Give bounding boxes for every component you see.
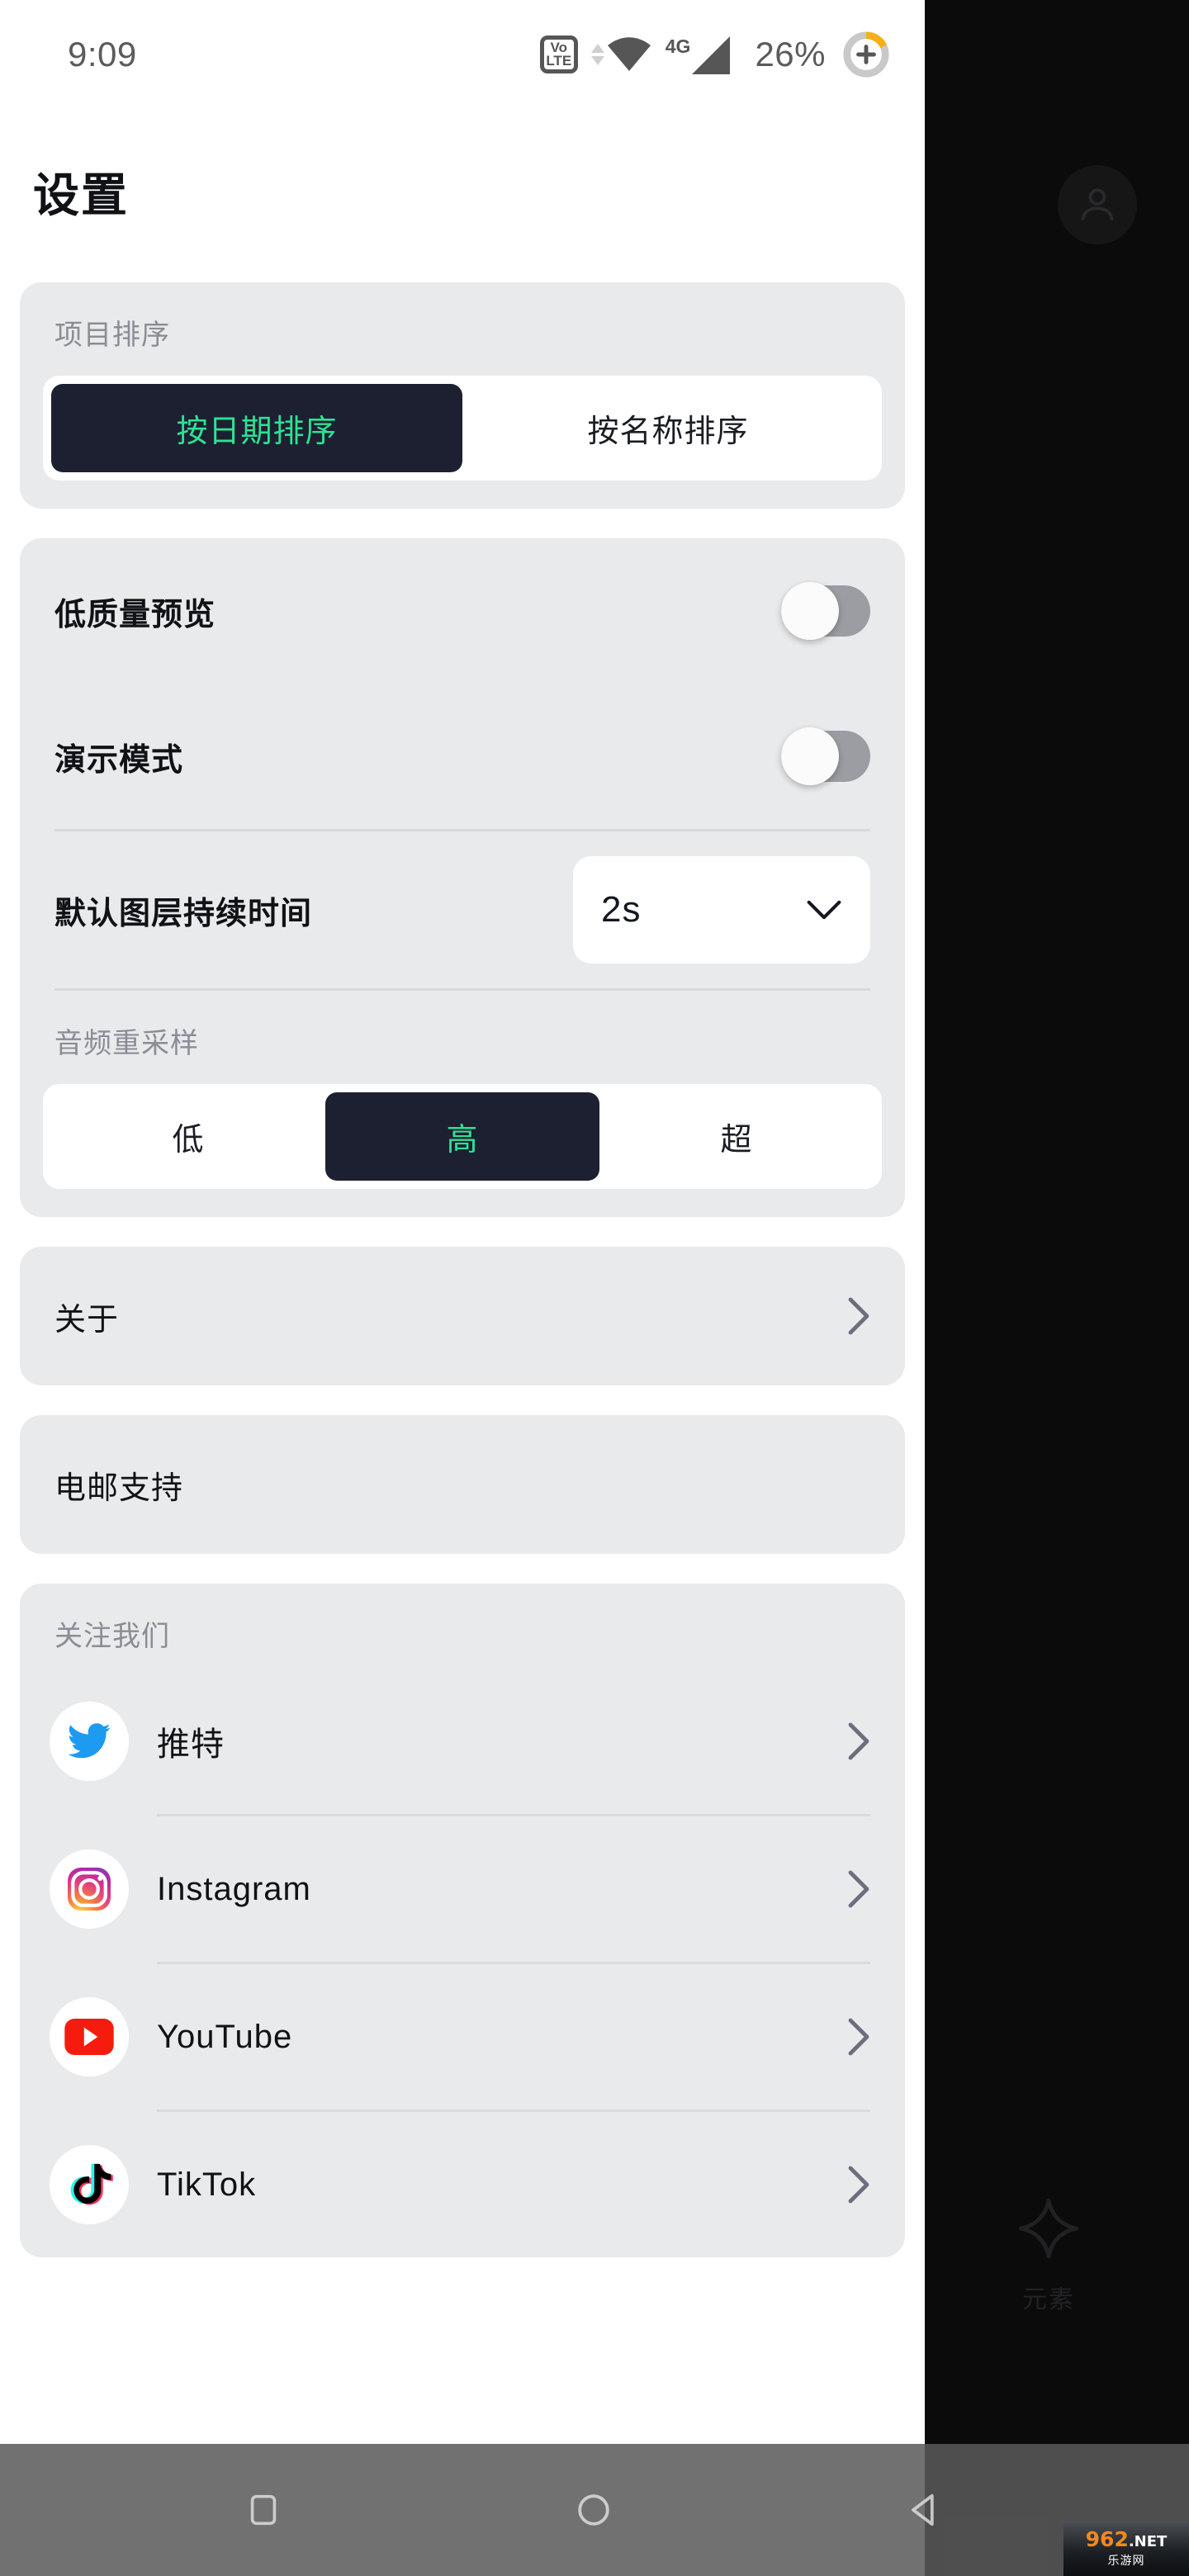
twitter-icon xyxy=(50,1702,129,1781)
row-email-support[interactable]: 电邮支持 xyxy=(20,1415,905,1554)
social-item-tiktok[interactable]: TikTok xyxy=(20,2112,905,2257)
network-type-label: 4G xyxy=(665,35,691,57)
row-default-layer-duration[interactable]: 默认图层持续时间 2s xyxy=(20,831,905,988)
segment-sort-by-name[interactable]: 按名称排序 xyxy=(462,384,874,472)
page-title: 设置 xyxy=(33,169,129,221)
chevron-right-icon xyxy=(848,1297,869,1335)
chevron-right-icon xyxy=(848,1870,869,1908)
default-layer-duration-label: 默认图层持续时间 xyxy=(54,896,313,931)
chevron-right-icon xyxy=(848,2018,869,2056)
default-layer-duration-value: 2s xyxy=(601,889,642,930)
signal-bars-glyph xyxy=(692,36,731,74)
watermark-tld: .NET xyxy=(1128,2533,1168,2550)
account-avatar-icon[interactable] xyxy=(1058,165,1137,244)
email-support-label: 电邮支持 xyxy=(54,1470,184,1506)
card-follow-us: 关注我们 推特 Instagram YouTube TikTok xyxy=(20,1584,905,2257)
background-elements-tab[interactable]: 元素 xyxy=(974,2196,1123,2315)
row-about[interactable]: 关于 xyxy=(20,1247,905,1385)
demo-mode-label: 演示模式 xyxy=(54,742,184,778)
social-item-instagram[interactable]: Instagram xyxy=(20,1816,905,1962)
wifi-transfer-arrows-icon xyxy=(590,44,604,65)
battery-charging-icon xyxy=(842,31,890,78)
segment-sort-by-date[interactable]: 按日期排序 xyxy=(51,384,462,472)
chevron-down-icon xyxy=(807,900,841,920)
social-label-youtube: YouTube xyxy=(157,2018,293,2055)
circle-home-icon[interactable] xyxy=(574,2490,613,2530)
toggle-knob xyxy=(781,582,839,640)
instagram-icon xyxy=(50,1849,129,1929)
status-icon-group: Vo LTE 4G 26% xyxy=(539,31,890,78)
phone-screen: 元素 9:09 Vo LTE 4G 26% 设置 项目排序 按日期排序 按名称排… xyxy=(0,0,1189,2576)
toggle-knob xyxy=(781,727,839,785)
tiktok-icon xyxy=(50,2145,129,2224)
status-time: 9:09 xyxy=(68,35,137,73)
default-layer-duration-dropdown[interactable]: 2s xyxy=(573,856,870,964)
chevron-right-icon xyxy=(848,2166,869,2204)
android-navigation-bar xyxy=(0,2444,1189,2576)
background-elements-label: 元素 xyxy=(1022,2286,1075,2313)
signal-4g-icon: 4G xyxy=(666,36,731,74)
project-sort-segmented-control[interactable]: 按日期排序 按名称排序 xyxy=(43,376,882,481)
low-quality-preview-toggle[interactable] xyxy=(781,582,870,640)
card-about[interactable]: 关于 xyxy=(20,1247,905,1385)
demo-mode-toggle[interactable] xyxy=(781,727,870,785)
audio-resampling-segmented-control[interactable]: 低 高 超 xyxy=(43,1084,882,1189)
sparkle-star-icon xyxy=(1018,2198,1079,2259)
watermark-digits: 962 xyxy=(1085,2527,1129,2551)
status-bar: 9:09 Vo LTE 4G 26% xyxy=(0,0,925,109)
watermark-sub: 乐游网 xyxy=(1107,2555,1145,2568)
youtube-icon xyxy=(50,1997,129,2076)
wifi-icon xyxy=(590,36,652,73)
segment-resample-low[interactable]: 低 xyxy=(51,1092,325,1181)
follow-us-label: 关注我们 xyxy=(54,1621,170,1652)
project-sort-label: 项目排序 xyxy=(54,320,170,351)
volte-icon: Vo LTE xyxy=(539,36,578,73)
square-recents-icon[interactable] xyxy=(244,2491,282,2529)
segment-resample-high[interactable]: 高 xyxy=(325,1092,599,1181)
audio-resampling-label: 音频重采样 xyxy=(54,1028,199,1059)
battery-percent-label: 26% xyxy=(755,35,826,73)
social-item-youtube[interactable]: YouTube xyxy=(20,1964,905,2110)
wifi-signal-glyph xyxy=(607,37,651,71)
card-project-sort: 项目排序 按日期排序 按名称排序 xyxy=(20,282,905,509)
settings-sheet: 9:09 Vo LTE 4G 26% 设置 项目排序 按日期排序 按名称排序 低… xyxy=(0,0,925,2576)
social-label-instagram: Instagram xyxy=(157,1870,311,1907)
card-preferences: 低质量预览 演示模式 默认图层持续时间 2s 音频重采样 低 高 超 xyxy=(20,538,905,1217)
settings-sections: 项目排序 按日期排序 按名称排序 低质量预览 演示模式 默认图层持续时间 2s … xyxy=(0,282,925,2287)
site-watermark: 962.NET 乐游网 xyxy=(1063,2522,1189,2576)
row-demo-mode[interactable]: 演示模式 xyxy=(20,684,905,829)
about-label: 关于 xyxy=(54,1302,120,1338)
low-quality-preview-label: 低质量预览 xyxy=(54,597,216,632)
segment-resample-ultra[interactable]: 超 xyxy=(599,1092,874,1181)
triangle-back-icon[interactable] xyxy=(905,2490,945,2530)
card-email-support[interactable]: 电邮支持 xyxy=(20,1415,905,1554)
social-label-tiktok: TikTok xyxy=(157,2166,257,2203)
social-item-twitter[interactable]: 推特 xyxy=(20,1669,905,1814)
volte-bottom-text: LTE xyxy=(546,53,572,69)
row-low-quality-preview[interactable]: 低质量预览 xyxy=(20,538,905,684)
chevron-right-icon xyxy=(848,1722,869,1760)
social-label-twitter: 推特 xyxy=(157,1726,225,1763)
